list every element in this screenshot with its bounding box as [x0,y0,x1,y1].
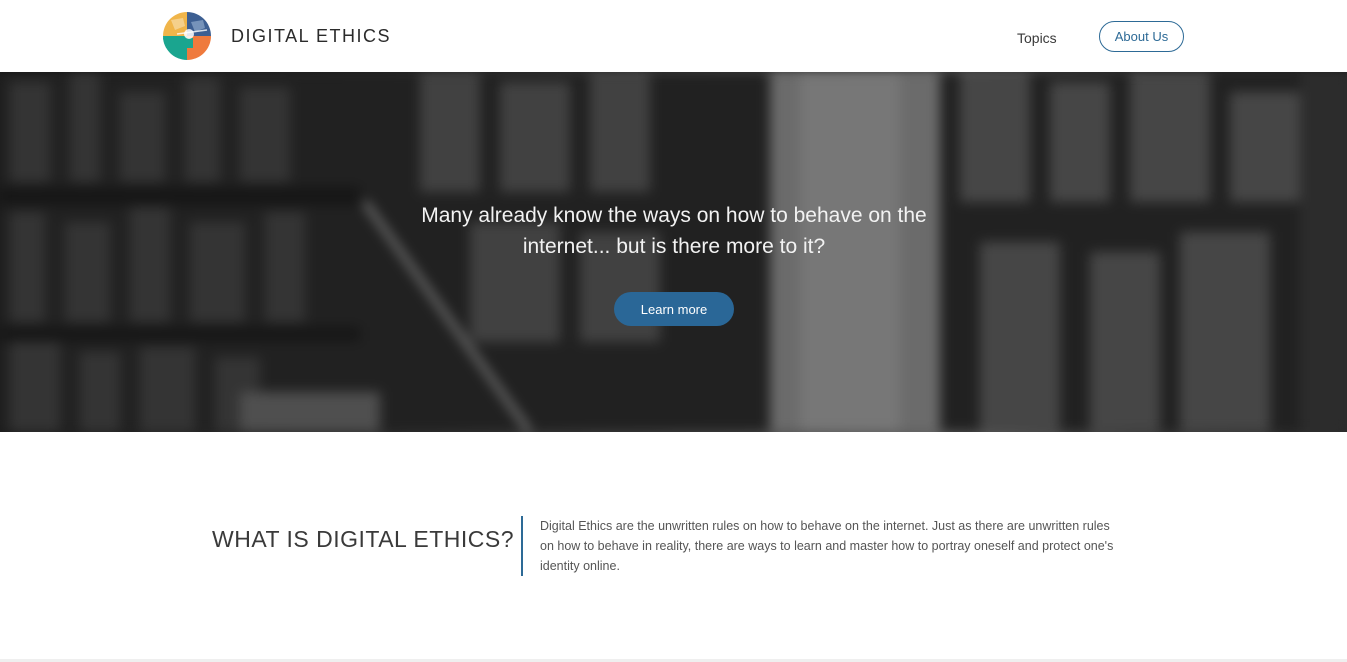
home-link[interactable]: DIGITAL ETHICS [163,12,391,60]
nav-topics-link[interactable]: Topics [1017,30,1057,46]
site-header: DIGITAL ETHICS Topics About Us [0,0,1347,72]
hero-tagline-line-2: internet... but is there more to it? [522,235,826,258]
site-title: DIGITAL ETHICS [231,25,392,46]
section-heading: WHAT IS DIGITAL ETHICS? [212,526,515,552]
hero-tagline-line-1: Many already know the ways on how to beh… [421,204,927,227]
section-divider [521,516,523,576]
nav-about-us-button[interactable]: About Us [1099,21,1184,52]
globe-logo-icon [163,12,211,60]
learn-more-button[interactable]: Learn more [614,292,734,326]
hero-banner: Many already know the ways on how to beh… [0,72,1347,432]
section-description: Digital Ethics are the unwritten rules o… [540,519,1114,573]
hero-tagline: Many already know the ways on how to beh… [400,200,948,262]
